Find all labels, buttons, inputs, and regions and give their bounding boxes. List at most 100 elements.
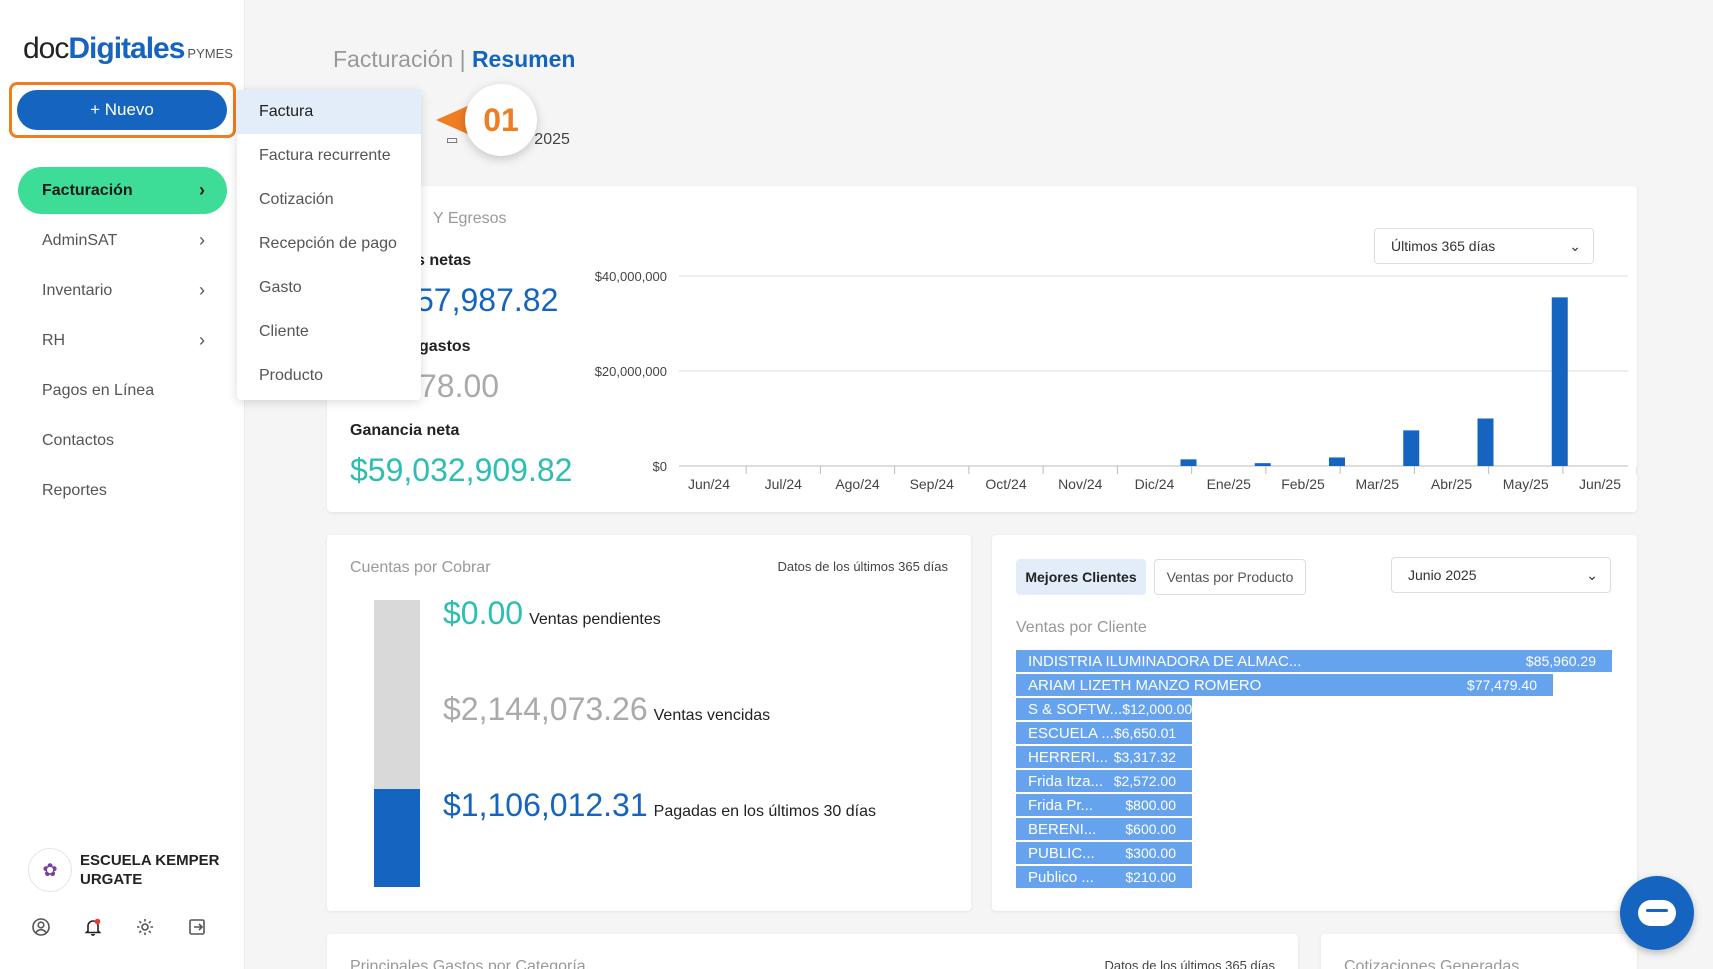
- x-tick-label: Nov/24: [1058, 476, 1103, 492]
- client-bar[interactable]: INDISTRIA ILUMINADORA DE ALMAC... $85,960…: [1016, 650, 1612, 672]
- sidebar-nav: Facturación › AdminSAT › Inventario › RH › Pagos…: [18, 167, 227, 517]
- client-amount: $3,317.32: [1113, 749, 1176, 765]
- cotizaciones-card: Cotizaciones Generadas: [1321, 934, 1637, 969]
- chevron-down-icon: ⌄: [1586, 566, 1598, 583]
- chat-bubble-icon: [1638, 900, 1676, 926]
- client-amount: $800.00: [1125, 797, 1176, 813]
- menu-item-gasto[interactable]: Gasto: [237, 266, 421, 310]
- client-bar[interactable]: Frida Pr... $800.00: [1016, 794, 1192, 816]
- tab-ventas-por-producto[interactable]: Ventas por Producto: [1154, 559, 1306, 595]
- x-tick-label: May/25: [1503, 476, 1549, 492]
- client-bar[interactable]: HERRERI... $3,317.32: [1016, 746, 1192, 768]
- client-amount: $12,000.00: [1122, 701, 1192, 717]
- cxc-row: $0.00 Ventas pendientes: [443, 595, 661, 632]
- nuevo-button[interactable]: + Nuevo: [17, 90, 227, 130]
- monthly-bar-chart: $0 $20,000,000 $40,000,000 Jun/24 Jul/24 Ago/…: [595, 269, 1637, 492]
- client-bar[interactable]: PUBLIC... $300.00: [1016, 842, 1192, 864]
- client-name: S & SOFTW...: [1028, 700, 1123, 718]
- menu-item-producto[interactable]: Producto: [237, 354, 421, 398]
- menu-item-recepción-de-pago[interactable]: Recepción de pago: [237, 222, 421, 266]
- gastos-categoria-note: Datos de los últimos 365 días: [1104, 958, 1275, 969]
- cxc-stacked-bar: [374, 600, 420, 887]
- x-tick-label: Sep/24: [910, 476, 955, 492]
- bar-May-25: [1551, 297, 1568, 466]
- nuevo-dropdown-menu: Factura Factura recurrente Cotización Recep…: [237, 90, 421, 400]
- client-bar[interactable]: Frida Itza... $2,572.00: [1016, 770, 1192, 792]
- callout-number: 01: [465, 84, 537, 156]
- client-name: ESCUELA ...: [1028, 724, 1114, 742]
- sidebar-item-contactos[interactable]: Contactos: [18, 417, 227, 464]
- x-tick-label: Jun/24: [688, 476, 730, 492]
- sidebar-item-label: Pagos en Línea: [42, 381, 155, 399]
- sidebar-item-pagos-en-línea[interactable]: Pagos en Línea: [18, 367, 227, 414]
- x-tick-label: Feb/25: [1281, 476, 1325, 492]
- user-name: ESCUELA KEMPER URGATE: [80, 852, 220, 888]
- client-name: Publico ...: [1028, 868, 1094, 886]
- tab-mejores-clientes[interactable]: Mejores Clientes: [1016, 559, 1146, 595]
- menu-item-cotización[interactable]: Cotización: [237, 178, 421, 222]
- x-tick-label: Ago/24: [835, 476, 880, 492]
- sidebar: docDigitales PYMES + Nuevo Facturación › Ad…: [0, 0, 245, 969]
- cxc-row: $1,106,012.31 Pagadas en los últimos 30 d…: [443, 787, 876, 824]
- cxc-label: Ventas vencidas: [653, 707, 771, 724]
- client-name: BERENI...: [1028, 820, 1097, 838]
- sidebar-item-label: Inventario: [42, 281, 113, 299]
- bar-Feb-25: [1329, 457, 1345, 466]
- cxc-amount: $2,144,073.26: [443, 691, 648, 727]
- logo-digitales: Digitales: [68, 32, 185, 65]
- menu-item-factura[interactable]: Factura: [237, 90, 421, 134]
- x-tick-label: Oct/24: [985, 476, 1026, 492]
- page-title-page: Resumen: [471, 46, 576, 72]
- gastos-categoria-title: Principales Gastos por Categoría: [350, 958, 586, 969]
- chat-button[interactable]: [1620, 876, 1694, 950]
- client-amount: $210.00: [1125, 869, 1176, 885]
- x-tick-label: Abr/25: [1431, 476, 1472, 492]
- page-title-separator: |: [459, 46, 466, 72]
- client-bar[interactable]: BERENI... $600.00: [1016, 818, 1192, 840]
- sidebar-item-facturación[interactable]: Facturación ›: [18, 167, 227, 214]
- client-bar[interactable]: S & SOFTW... $12,000.00: [1016, 698, 1192, 720]
- cxc-row: $2,144,073.26 Ventas vencidas: [443, 691, 770, 728]
- gear-icon[interactable]: [134, 916, 156, 938]
- cxc-bar-pagadas: [374, 789, 420, 887]
- client-amount: $77,479.40: [1466, 677, 1537, 693]
- sidebar-item-inventario[interactable]: Inventario ›: [18, 267, 227, 314]
- logo-doc: doc: [23, 32, 69, 65]
- nuevo-highlight: + Nuevo: [9, 82, 236, 138]
- client-bar[interactable]: Publico ... $210.00: [1016, 866, 1192, 888]
- bar-Ene-25: [1254, 463, 1271, 466]
- client-bar[interactable]: ESCUELA ... $6,650.01: [1016, 722, 1192, 744]
- client-name: PUBLIC...: [1028, 844, 1095, 862]
- cotizaciones-title: Cotizaciones Generadas: [1344, 958, 1520, 969]
- client-name: INDISTRIA ILUMINADORA DE ALMAC...: [1028, 652, 1302, 670]
- menu-item-factura-recurrente[interactable]: Factura recurrente: [237, 134, 421, 178]
- page-title-section: Facturación: [333, 46, 454, 72]
- month-select-value: Junio 2025: [1408, 567, 1477, 583]
- y-tick-label: $0: [653, 459, 667, 474]
- user-profile[interactable]: ✿ ESCUELA KEMPER URGATE: [28, 848, 230, 892]
- sidebar-item-label: Facturación: [42, 181, 133, 199]
- client-bar[interactable]: ARIAM LIZETH MANZO ROMERO $77,479.40: [1016, 674, 1553, 696]
- chevron-right-icon: ›: [199, 330, 205, 350]
- bell-icon[interactable]: [82, 916, 104, 938]
- sidebar-footer: [30, 916, 208, 938]
- sidebar-item-rh[interactable]: RH ›: [18, 317, 227, 364]
- cxc-bar-vencidas: [374, 600, 420, 790]
- bar-Mar-25: [1403, 430, 1420, 466]
- y-tick-label: $20,000,000: [595, 364, 667, 379]
- menu-item-cliente[interactable]: Cliente: [237, 310, 421, 354]
- client-amount: $300.00: [1125, 845, 1176, 861]
- date-text: 2025: [534, 131, 570, 148]
- month-select[interactable]: Junio 2025 ⌄: [1391, 557, 1611, 593]
- sidebar-item-reportes[interactable]: Reportes: [18, 467, 227, 514]
- page-title: Facturación | Resumen: [333, 46, 575, 73]
- sidebar-item-adminsat[interactable]: AdminSAT ›: [18, 217, 227, 264]
- chevron-right-icon: ›: [199, 230, 205, 250]
- user-circle-icon[interactable]: [30, 916, 52, 938]
- x-tick-label: Ene/25: [1207, 476, 1252, 492]
- client-name: Frida Pr...: [1028, 796, 1094, 814]
- logout-icon[interactable]: [186, 916, 208, 938]
- y-tick-label: $40,000,000: [595, 269, 667, 284]
- docdigitales-logo[interactable]: docDigitales PYMES: [23, 32, 233, 66]
- cxc-note: Datos de los últimos 365 días: [777, 559, 948, 574]
